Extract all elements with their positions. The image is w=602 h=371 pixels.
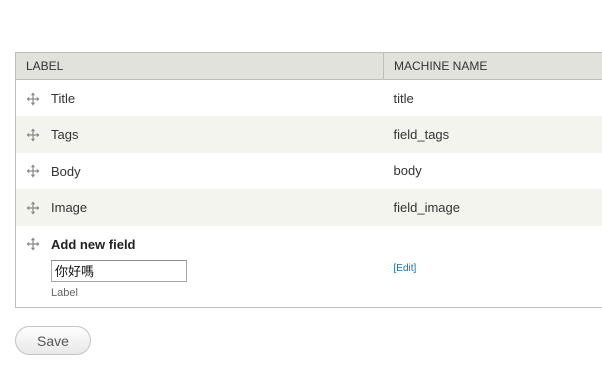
row-label: Tags xyxy=(51,127,79,143)
table-row: Title title xyxy=(15,79,602,117)
new-field-label-input[interactable] xyxy=(51,259,187,282)
add-new-field-title: Add new field xyxy=(51,236,136,252)
machine-name-cell: body xyxy=(393,163,422,179)
row-label: Title xyxy=(51,91,76,107)
edit-bracket-close: ] xyxy=(413,262,417,274)
fields-table: Label Machine name Title title Tags fiel… xyxy=(15,52,602,308)
row-label: Image xyxy=(51,200,88,216)
new-field-machine-cell: [Edit] xyxy=(384,226,602,308)
save-button[interactable]: Save xyxy=(15,326,91,355)
label-cell: Tags xyxy=(16,116,384,153)
move-cross-icon[interactable] xyxy=(26,164,40,178)
machine-name-cell: field_image xyxy=(393,199,461,215)
edit-machine-name: [Edit] xyxy=(394,263,593,274)
move-cross-icon[interactable] xyxy=(26,237,40,251)
label-cell: Title xyxy=(16,80,384,117)
table-row: Tags field_tags xyxy=(15,116,602,153)
machine-name-cell: title xyxy=(393,90,414,106)
move-cross-icon[interactable] xyxy=(26,92,40,106)
table-header-row: Label Machine name xyxy=(15,52,602,80)
table-row: Body body xyxy=(15,152,602,190)
new-field-input-description: Label xyxy=(51,286,78,299)
move-cross-icon[interactable] xyxy=(26,128,40,142)
table-row: Image field_image xyxy=(15,189,602,226)
column-header-machine-name: Machine name xyxy=(383,52,602,80)
label-cell: Body xyxy=(16,153,384,190)
new-field-label-cell: Add new field Label xyxy=(16,226,384,308)
add-new-field-row: Add new field Label [Edit] xyxy=(15,225,602,308)
column-header-label: Label xyxy=(15,52,384,80)
row-label: Body xyxy=(51,163,81,179)
edit-link[interactable]: Edit xyxy=(396,263,413,274)
move-cross-icon[interactable] xyxy=(26,201,40,215)
machine-name-cell: field_tags xyxy=(393,126,450,142)
label-cell: Image xyxy=(16,189,384,226)
